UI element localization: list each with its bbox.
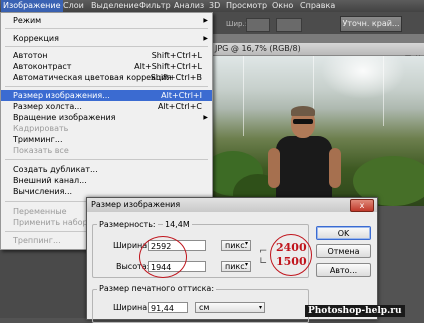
document-window: JPG @ 16,7% (RGB/8) – □ ✕ [213,34,424,206]
ok-button[interactable]: OK [316,226,371,240]
menu-item-auto-tone[interactable]: Автотон Shift+Ctrl+L [1,50,212,61]
print-width-unit-select[interactable]: см ▾ [195,302,265,313]
menu-item-canvas-size[interactable]: Размер холста... Alt+Ctrl+C [1,101,212,112]
chevron-down-icon: ▾ [258,304,262,311]
menu-item-trim[interactable]: Тримминг... [1,134,212,145]
menu-separator [5,28,208,29]
width-option-field[interactable] [246,18,270,32]
menu-separator [5,86,208,87]
watermark: Photoshop-help.ru [305,305,405,317]
menu-item-apply-image[interactable]: Внешний канал... [1,175,212,186]
person-arm [329,148,341,188]
height-option-field[interactable] [276,18,302,32]
print-width-unit-value: см [199,303,210,312]
annotation-new-height: 1500 [276,255,307,268]
menu-layers[interactable]: Слои [63,1,84,11]
document-title: JPG @ 16,7% (RGB/8) [215,44,301,53]
menu-separator [5,159,208,160]
greenhouse-frame [313,56,314,116]
menu-item-image-rotation[interactable]: Вращение изображения ▶ [1,112,212,123]
dialog-title: Размер изображения [91,200,181,209]
menu-item-adjustments[interactable]: Коррекция ▶ [1,33,212,44]
pixel-dimensions-label: Размерность: [97,220,158,229]
menu-item-crop: Кадрировать [13,124,69,133]
greenhouse-frame [383,56,384,126]
menu-select[interactable]: Выделение [91,1,139,11]
link-chain-icon: ∟ [259,256,268,267]
menu-item-auto-color[interactable]: Автоматическая цветовая коррекция Shift+C… [1,72,212,83]
menu-help[interactable]: Справка [300,1,335,11]
menu-item-auto-contrast[interactable]: Автоконтраст Alt+Shift+Ctrl+L [1,61,212,72]
cancel-button[interactable]: Отмена [316,244,371,258]
menu-item-image-size[interactable]: Размер изображения... Alt+Ctrl+I [1,90,212,101]
workspace-background [0,246,90,318]
annotation-circle-inputs [139,236,187,278]
width-unit-value: пикс. [225,241,248,250]
menu-item-mode[interactable]: Режим ▶ [1,15,212,26]
dialog-close-button[interactable]: x [350,199,374,212]
menu-3d[interactable]: 3D [209,1,220,11]
submenu-arrow-icon: ▶ [203,35,208,42]
menu-separator [5,46,208,47]
person-arm [268,148,280,188]
chevron-down-icon[interactable]: ▾ [245,261,248,268]
print-size-label: Размер печатного оттиска: [97,284,217,293]
pixel-dimensions-value: 14,4M [163,220,192,229]
height-unit-value: пикс. [225,262,248,271]
dialog-title-bar: Размер изображения x [87,198,377,212]
menu-item-calculations[interactable]: Вычисления... [1,186,212,197]
refine-edge-button[interactable]: Уточн. край... [340,16,402,32]
menu-window[interactable]: Окно [272,1,293,11]
document-title-bar: JPG @ 16,7% (RGB/8) – □ ✕ [213,43,424,62]
menu-filter[interactable]: Фильтр [139,1,171,11]
person-hair [291,106,315,116]
menu-image[interactable]: Изображение [1,0,63,12]
sunglasses [293,119,313,124]
image-size-dialog: Размер изображения x Размерность: 14,4M … [86,197,378,323]
menu-bar: Изображение Слои Выделение Фильтр Анализ… [0,0,424,12]
greenhouse-frame [243,56,244,136]
print-width-input[interactable]: 91,44 [148,302,188,313]
chevron-down-icon[interactable]: ▾ [245,240,248,247]
menu-view[interactable]: Просмотр [226,1,267,11]
menu-item-reveal-all: Показать все [13,146,69,155]
submenu-arrow-icon: ▶ [203,114,208,121]
menu-item-duplicate[interactable]: Создать дубликат... [1,164,212,175]
print-width-label: Ширина: [113,303,150,312]
auto-button[interactable]: Авто... [316,263,371,277]
submenu-arrow-icon: ▶ [203,17,208,24]
person-body [276,136,332,206]
menu-analysis[interactable]: Анализ [174,1,204,11]
annotation-new-width: 2400 [276,241,307,254]
photo-canvas[interactable] [213,56,424,206]
width-option-label: Шир.: [226,20,248,28]
